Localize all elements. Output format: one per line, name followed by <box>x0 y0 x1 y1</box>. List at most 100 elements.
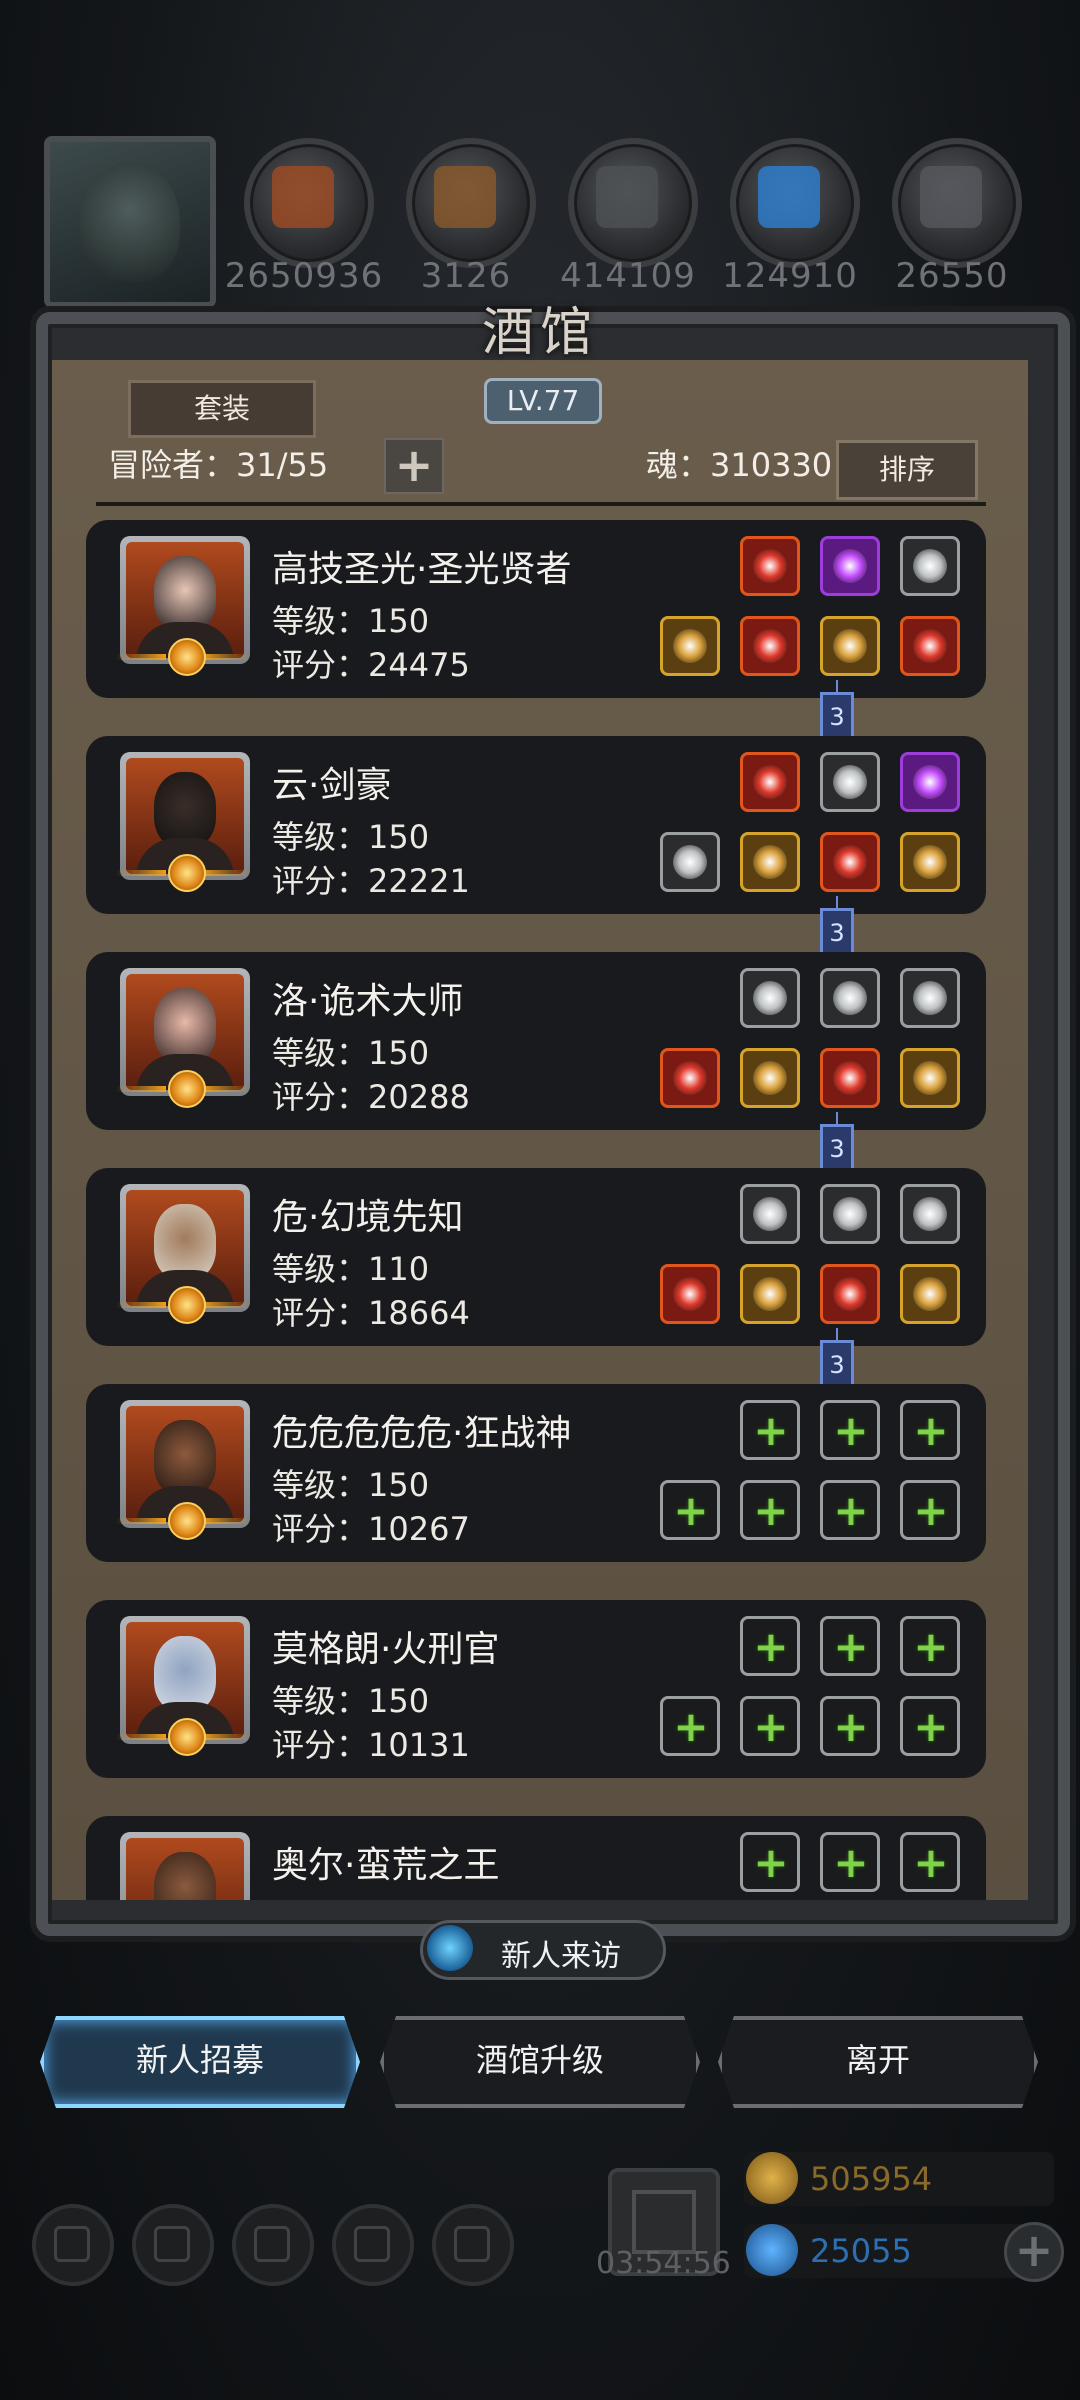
empty-equip-slot[interactable]: + <box>900 1400 960 1460</box>
empty-equip-slot[interactable]: + <box>820 1480 880 1540</box>
resource-slot[interactable] <box>244 138 374 268</box>
equip-slot[interactable] <box>820 1264 880 1324</box>
equip-slot[interactable] <box>660 1264 720 1324</box>
visitor-label: 新人来访 <box>501 1939 621 1974</box>
iron-icon <box>596 166 658 228</box>
resource-slot[interactable] <box>730 138 860 268</box>
hero-face <box>154 1204 216 1280</box>
plus-icon: + <box>753 1838 789 1887</box>
equip-slot[interactable] <box>660 616 720 676</box>
hero-avatar[interactable] <box>120 1832 250 1900</box>
player-portrait[interactable] <box>44 136 216 308</box>
empty-equip-slot[interactable]: + <box>740 1832 800 1892</box>
empty-equip-slot[interactable]: + <box>740 1400 800 1460</box>
empty-equip-slot[interactable]: + <box>660 1696 720 1756</box>
hero-card[interactable]: 云·剑豪 等级：150 评分：22221 <box>86 736 986 914</box>
hero-score: 评分：10267 <box>272 1510 470 1548</box>
equipment-icon <box>753 1061 787 1095</box>
rank-star-icon <box>116 1502 250 1540</box>
star-icon[interactable] <box>132 2204 214 2286</box>
equip-slot[interactable] <box>820 752 880 812</box>
resource-slot[interactable] <box>406 138 536 268</box>
recruit-button[interactable]: 新人招募 <box>40 2016 360 2108</box>
hero-card[interactable]: 高技圣光·圣光贤者 等级：150 评分：24475 <box>86 520 986 698</box>
suit-button[interactable]: 套装 <box>128 380 316 438</box>
settings-icon[interactable] <box>32 2204 114 2286</box>
empty-equip-slot[interactable]: + <box>820 1400 880 1460</box>
tavern-upgrade-button[interactable]: 酒馆升级 <box>380 2016 700 2108</box>
equip-slot[interactable] <box>740 752 800 812</box>
empty-equip-slot[interactable]: + <box>740 1696 800 1756</box>
equip-slot[interactable] <box>900 832 960 892</box>
empty-equip-slot[interactable]: + <box>820 1696 880 1756</box>
hero-card[interactable]: 危·幻境先知 等级：110 评分：18664 <box>86 1168 986 1346</box>
equip-slot[interactable] <box>900 1184 960 1244</box>
resource-slot[interactable] <box>568 138 698 268</box>
equip-slot[interactable] <box>820 1184 880 1244</box>
plus-icon: + <box>753 1702 789 1751</box>
equipment-icon <box>753 629 787 663</box>
equip-slot[interactable] <box>660 832 720 892</box>
mail-icon[interactable] <box>332 2204 414 2286</box>
equip-slot[interactable] <box>820 616 880 676</box>
gold-value: 505954 <box>810 2160 933 2198</box>
plus-icon: + <box>833 1838 869 1887</box>
empty-equip-slot[interactable]: + <box>820 1616 880 1676</box>
equip-slot[interactable] <box>740 616 800 676</box>
equipment-icon <box>753 1197 787 1231</box>
equip-slot[interactable] <box>820 968 880 1028</box>
equip-slot[interactable] <box>740 1264 800 1324</box>
equipment-icon <box>913 629 947 663</box>
expand-capacity-button[interactable]: + <box>384 438 444 494</box>
sort-button[interactable]: 排序 <box>836 440 978 500</box>
hero-card[interactable]: 奥尔·蛮荒之王 等级： + + + <box>86 1816 986 1900</box>
equip-slot[interactable] <box>900 1264 960 1324</box>
empty-equip-slot[interactable]: + <box>740 1480 800 1540</box>
empty-equip-slot[interactable]: + <box>900 1832 960 1892</box>
map-icon[interactable] <box>232 2204 314 2286</box>
hero-card[interactable]: 洛·诡术大师 等级：150 评分：20288 <box>86 952 986 1130</box>
equip-slot[interactable] <box>740 1184 800 1244</box>
hero-list[interactable]: 高技圣光·圣光贤者 等级：150 评分：24475 3 云·剑豪 等级：150 … <box>86 520 986 1900</box>
empty-equip-slot[interactable]: + <box>820 1832 880 1892</box>
equipment-icon <box>913 845 947 879</box>
resource-slot[interactable] <box>892 138 1022 268</box>
hero-face <box>154 772 216 848</box>
equip-slot[interactable] <box>900 1048 960 1108</box>
empty-equip-slot[interactable]: + <box>740 1616 800 1676</box>
hero-face <box>154 988 216 1064</box>
empty-equip-slot[interactable]: + <box>660 1480 720 1540</box>
new-visitor-button[interactable]: 新人来访 <box>420 1920 666 1980</box>
hero-card[interactable]: 危危危危危·狂战神 等级：150 评分：10267 + + + + + + + <box>86 1384 986 1562</box>
equip-slot[interactable] <box>740 1048 800 1108</box>
equip-slot[interactable] <box>900 752 960 812</box>
player-face <box>80 162 180 282</box>
equip-slot[interactable] <box>740 832 800 892</box>
empty-equip-slot[interactable]: + <box>900 1696 960 1756</box>
equip-slot[interactable] <box>900 536 960 596</box>
equip-slot[interactable] <box>820 832 880 892</box>
equip-slot[interactable] <box>900 616 960 676</box>
equip-slot[interactable] <box>900 968 960 1028</box>
hero-name: 危危危危危·狂战神 <box>272 1413 572 1454</box>
equip-slot[interactable] <box>820 1048 880 1108</box>
wood-icon <box>434 166 496 228</box>
equipment-icon <box>673 845 707 879</box>
gear-icon[interactable] <box>432 2204 514 2286</box>
hero-name: 莫格朗·火刑官 <box>272 1629 500 1670</box>
equip-slot[interactable] <box>820 536 880 596</box>
plus-icon: + <box>753 1622 789 1671</box>
link-badge: 3 <box>820 1124 854 1172</box>
hero-score: 评分：10131 <box>272 1726 470 1764</box>
hero-card[interactable]: 莫格朗·火刑官 等级：150 评分：10131 + + + + + + + <box>86 1600 986 1778</box>
equip-slot[interactable] <box>740 968 800 1028</box>
equip-slot[interactable] <box>660 1048 720 1108</box>
empty-equip-slot[interactable]: + <box>900 1616 960 1676</box>
equip-slot[interactable] <box>740 536 800 596</box>
add-currency-button[interactable]: + <box>1004 2222 1064 2282</box>
hero-name: 高技圣光·圣光贤者 <box>272 549 572 590</box>
resource-value: 124910 <box>722 256 858 296</box>
leave-button[interactable]: 离开 <box>718 2016 1038 2108</box>
empty-equip-slot[interactable]: + <box>900 1480 960 1540</box>
gold-icon <box>746 2152 798 2204</box>
